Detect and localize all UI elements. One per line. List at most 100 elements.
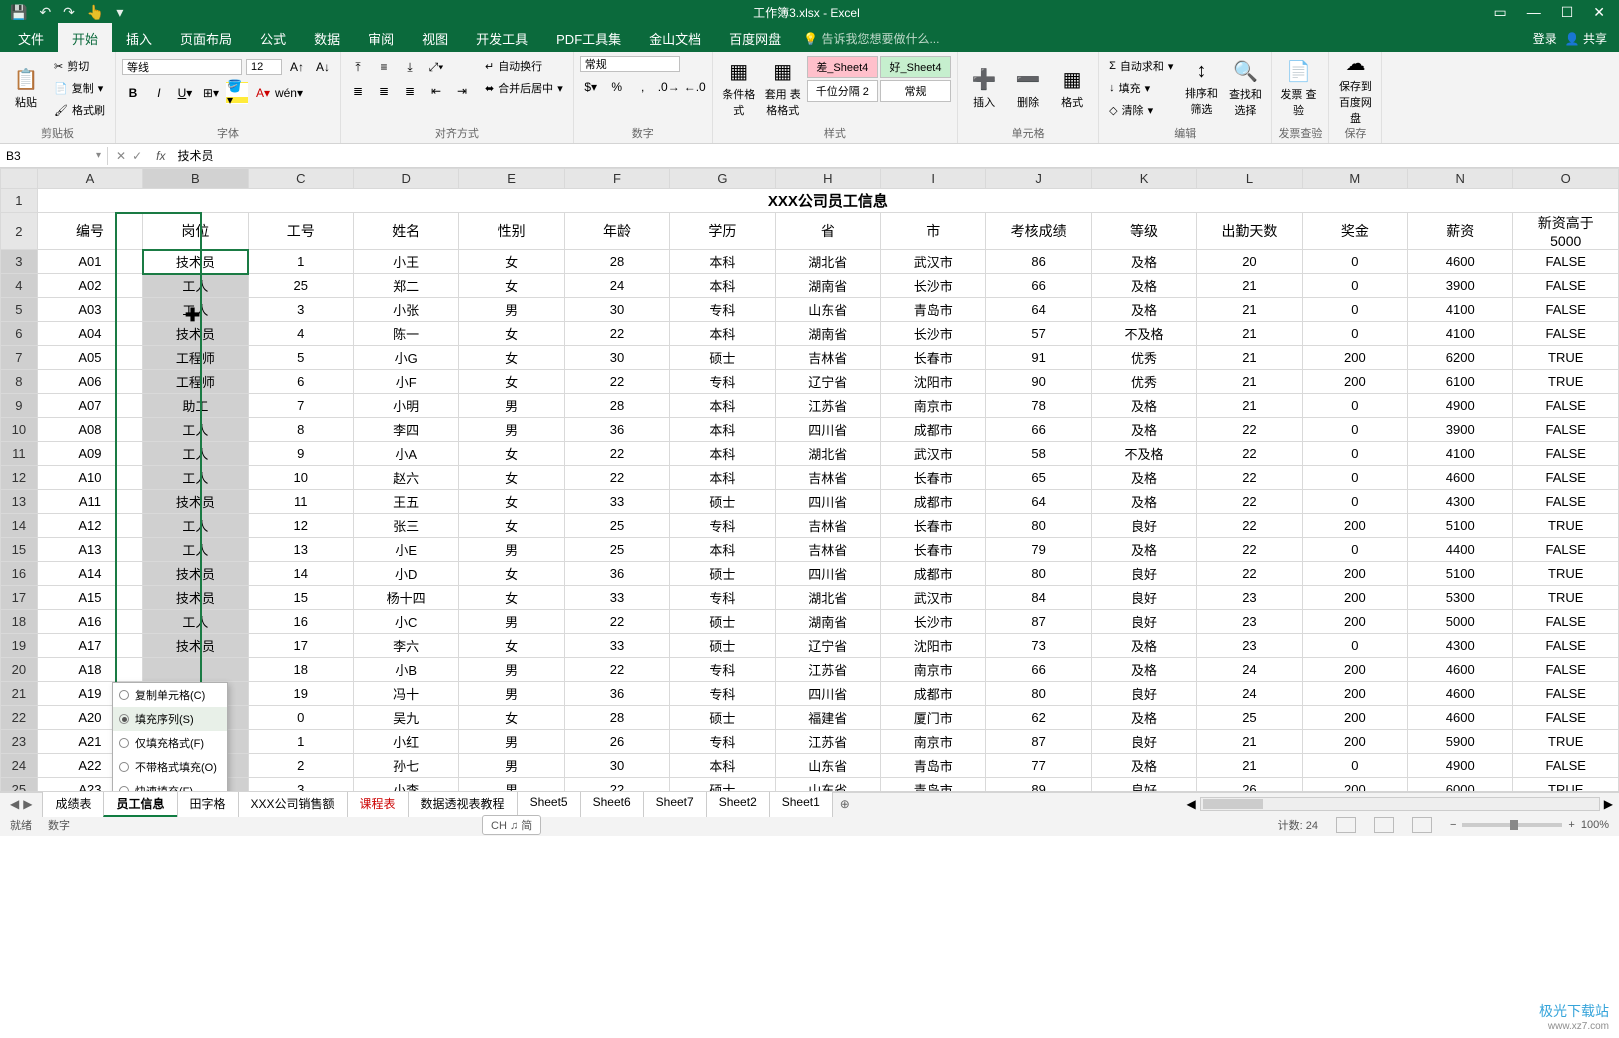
cell[interactable]: 良好	[1091, 610, 1196, 634]
header-cell[interactable]: 新资高于5000	[1513, 213, 1619, 250]
cell[interactable]: 专科	[670, 682, 775, 706]
cell[interactable]: 23	[1197, 610, 1302, 634]
col-header-A[interactable]: A	[37, 169, 142, 189]
cell[interactable]: 21	[1197, 274, 1302, 298]
cell[interactable]: FALSE	[1513, 754, 1619, 778]
header-cell[interactable]: 薪资	[1408, 213, 1513, 250]
row-header-11[interactable]: 11	[1, 442, 38, 466]
ribbon-tab-视图[interactable]: 视图	[408, 23, 462, 54]
cell[interactable]: 90	[986, 370, 1091, 394]
cell[interactable]: 本科	[670, 418, 775, 442]
row-header-5[interactable]: 5	[1, 298, 38, 322]
cell[interactable]: 江苏省	[775, 658, 880, 682]
cell[interactable]: 200	[1302, 370, 1407, 394]
cell[interactable]: FALSE	[1513, 658, 1619, 682]
cell[interactable]: 200	[1302, 730, 1407, 754]
header-cell[interactable]: 年龄	[564, 213, 669, 250]
cell[interactable]: A15	[37, 586, 142, 610]
cell[interactable]: 33	[564, 490, 669, 514]
cell[interactable]: 良好	[1091, 682, 1196, 706]
cell[interactable]: 7	[248, 394, 353, 418]
col-header-N[interactable]: N	[1408, 169, 1513, 189]
cell[interactable]: 专科	[670, 514, 775, 538]
cell[interactable]: A11	[37, 490, 142, 514]
row-header-17[interactable]: 17	[1, 586, 38, 610]
cell[interactable]: 58	[986, 442, 1091, 466]
cell[interactable]: 21	[1197, 346, 1302, 370]
cell[interactable]: 技术员	[143, 562, 248, 586]
cell[interactable]: 4300	[1408, 634, 1513, 658]
cell[interactable]: FALSE	[1513, 322, 1619, 346]
formula-input[interactable]: 技术员	[171, 145, 1619, 166]
header-cell[interactable]: 奖金	[1302, 213, 1407, 250]
col-header-H[interactable]: H	[775, 169, 880, 189]
add-sheet-icon[interactable]: ⊕	[832, 795, 858, 813]
cell[interactable]: 4300	[1408, 490, 1513, 514]
cell[interactable]: A14	[37, 562, 142, 586]
cell[interactable]: 22	[1197, 538, 1302, 562]
col-header-D[interactable]: D	[353, 169, 458, 189]
view-page-layout-icon[interactable]	[1374, 817, 1394, 833]
cell[interactable]: 5900	[1408, 730, 1513, 754]
cell[interactable]: FALSE	[1513, 706, 1619, 730]
cell[interactable]: 成都市	[881, 418, 986, 442]
cell[interactable]: 22	[564, 466, 669, 490]
cell[interactable]: 200	[1302, 586, 1407, 610]
cell[interactable]: 工人	[143, 442, 248, 466]
find-select-button[interactable]: 🔍查找和选择	[1225, 56, 1265, 120]
cell[interactable]: 长春市	[881, 346, 986, 370]
header-cell[interactable]: 出勤天数	[1197, 213, 1302, 250]
cell[interactable]: 66	[986, 274, 1091, 298]
cell[interactable]: A01	[37, 250, 142, 274]
cell[interactable]: 本科	[670, 322, 775, 346]
cell[interactable]: 22	[1197, 466, 1302, 490]
col-header-G[interactable]: G	[670, 169, 775, 189]
cell[interactable]: 沈阳市	[881, 370, 986, 394]
cell[interactable]: FALSE	[1513, 394, 1619, 418]
cell[interactable]: 男	[459, 610, 564, 634]
header-cell[interactable]: 编号	[37, 213, 142, 250]
cell[interactable]: 南京市	[881, 730, 986, 754]
sheet-tab-课程表[interactable]: 课程表	[347, 791, 409, 817]
cell[interactable]	[143, 658, 248, 682]
cell[interactable]: 6100	[1408, 370, 1513, 394]
cell[interactable]: 62	[986, 706, 1091, 730]
cell[interactable]: 本科	[670, 442, 775, 466]
cell[interactable]: 及格	[1091, 394, 1196, 418]
cell[interactable]: 男	[459, 730, 564, 754]
cell[interactable]: 36	[564, 562, 669, 586]
font-color-icon[interactable]: A▾	[252, 82, 274, 104]
cell[interactable]: 200	[1302, 706, 1407, 730]
col-header-K[interactable]: K	[1091, 169, 1196, 189]
cell[interactable]: 本科	[670, 538, 775, 562]
row-header-9[interactable]: 9	[1, 394, 38, 418]
cell[interactable]: 0	[1302, 634, 1407, 658]
cell[interactable]: 12	[248, 514, 353, 538]
cell[interactable]: 杨十四	[353, 586, 458, 610]
cell[interactable]: 长沙市	[881, 322, 986, 346]
cell[interactable]: 200	[1302, 658, 1407, 682]
cell[interactable]: 26	[564, 730, 669, 754]
header-cell[interactable]: 学历	[670, 213, 775, 250]
cell[interactable]: 长春市	[881, 538, 986, 562]
cell[interactable]: 小C	[353, 610, 458, 634]
sheet-nav-next-icon[interactable]: ▶	[23, 797, 32, 811]
ribbon-tab-公式[interactable]: 公式	[246, 23, 300, 54]
cell[interactable]: 工人	[143, 298, 248, 322]
cell[interactable]: 65	[986, 466, 1091, 490]
cell[interactable]: TRUE	[1513, 778, 1619, 793]
copy-button[interactable]: 📄 复制 ▾	[50, 78, 109, 98]
cell[interactable]: 男	[459, 418, 564, 442]
cell[interactable]: 四川省	[775, 490, 880, 514]
cell[interactable]: 青岛市	[881, 754, 986, 778]
cell[interactable]: 小李	[353, 778, 458, 793]
cell[interactable]: 22	[1197, 490, 1302, 514]
row-header-3[interactable]: 3	[1, 250, 38, 274]
cell[interactable]: 0	[1302, 466, 1407, 490]
cell[interactable]: TRUE	[1513, 562, 1619, 586]
cell[interactable]: 25	[564, 538, 669, 562]
align-bottom-icon[interactable]: ⤓	[399, 56, 421, 78]
cell[interactable]: 22	[1197, 442, 1302, 466]
ribbon-tab-数据[interactable]: 数据	[300, 23, 354, 54]
cell[interactable]: 女	[459, 706, 564, 730]
